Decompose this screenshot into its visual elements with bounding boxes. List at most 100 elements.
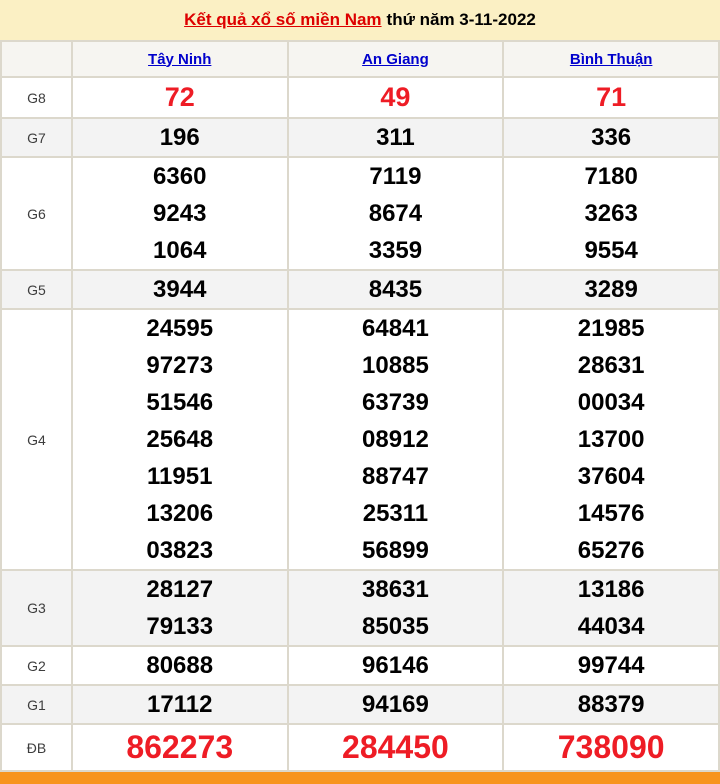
prize-value: 08912 — [362, 426, 429, 453]
province-link-tay-ninh[interactable]: Tây Ninh — [148, 51, 211, 68]
title-date-text: thứ năm 3-11-2022 — [386, 10, 536, 29]
prize-row-g2: G2 80688 96146 99744 — [0, 645, 720, 686]
footer-accent-bar — [0, 772, 720, 784]
lottery-results-page: Kết quả xổ số miền Nam thứ năm 3-11-2022… — [0, 0, 720, 784]
prize-value: 65276 — [577, 537, 645, 564]
prize-value: 13186 — [577, 576, 645, 603]
prize-value: 9554 — [584, 237, 638, 264]
prize-value: 03823 — [146, 537, 214, 564]
corner-cell — [0, 40, 73, 78]
title-link[interactable]: Kết quả xổ số miền Nam — [184, 10, 381, 30]
prize-cell: 3289 — [502, 269, 720, 310]
prize-row-g7: G7 196 311 336 — [0, 117, 720, 158]
prize-value: 63739 — [362, 389, 429, 416]
prize-cell: 336 — [502, 117, 720, 158]
prize-cell: 88379 — [502, 684, 720, 725]
prize-value: 85035 — [362, 613, 429, 640]
prize-value: 38631 — [362, 576, 429, 603]
prize-cell: 24595 97273 51546 25648 11951 13206 03823 — [70, 308, 289, 571]
prize-value: 13206 — [146, 500, 214, 527]
prize-row-g1: G1 17112 94169 88379 — [0, 684, 720, 725]
prize-value: 49 — [380, 82, 411, 112]
prize-value: 88747 — [362, 463, 429, 490]
prize-cell: 738090 — [502, 723, 720, 772]
prize-cell: 7119 8674 3359 — [286, 156, 505, 271]
prize-cell: 99744 — [502, 645, 720, 686]
prize-row-đb: ĐB 862273 284450 738090 — [0, 723, 720, 772]
prize-value: 97273 — [146, 352, 214, 379]
prize-value: 284450 — [342, 729, 449, 765]
prize-value: 24595 — [146, 315, 214, 342]
prize-value: 8674 — [368, 200, 423, 227]
prize-cell: 72 — [70, 76, 289, 119]
prize-value: 7119 — [369, 163, 422, 190]
prize-cell: 311 — [286, 117, 505, 158]
prize-row-g8: G8 72 49 71 — [0, 76, 720, 119]
province-link-binh-thuan[interactable]: Bình Thuận — [570, 51, 653, 68]
prize-value: 71 — [596, 82, 627, 112]
prize-label: G1 — [0, 684, 73, 725]
prize-value: 3263 — [584, 200, 638, 227]
prize-value: 37604 — [577, 463, 645, 490]
prize-value: 25648 — [146, 426, 214, 453]
prize-label: G4 — [0, 308, 73, 571]
prize-value: 13700 — [577, 426, 645, 453]
prize-value: 64841 — [362, 315, 429, 342]
prize-cell: 3944 — [70, 269, 289, 310]
prize-value: 17112 — [147, 691, 213, 718]
prize-label: G7 — [0, 117, 73, 158]
prize-value: 1064 — [153, 237, 207, 264]
prize-cell: 196 — [70, 117, 289, 158]
prize-cell: 80688 — [70, 645, 289, 686]
prize-label: G2 — [0, 645, 73, 686]
prize-value: 6360 — [153, 163, 207, 190]
prize-row-g5: G5 3944 8435 3289 — [0, 269, 720, 310]
prize-value: 94169 — [362, 691, 429, 718]
results-table: Tây Ninh An Giang Bình Thuận G8 72 49 71 G7 1… — [0, 40, 720, 772]
province-link-an-giang[interactable]: An Giang — [362, 51, 429, 68]
province-header-row: Tây Ninh An Giang Bình Thuận — [0, 40, 720, 78]
prize-cell: 64841 10885 63739 08912 88747 25311 56899 — [286, 308, 505, 571]
prize-value: 336 — [591, 124, 632, 151]
prize-cell: 17112 — [70, 684, 289, 725]
prize-value: 51546 — [146, 389, 214, 416]
prize-value: 28127 — [146, 576, 214, 603]
prize-value: 99744 — [577, 652, 645, 679]
prize-cell: 6360 9243 1064 — [70, 156, 289, 271]
prize-label: ĐB — [0, 723, 73, 772]
prize-value: 196 — [159, 124, 200, 151]
prize-cell: 96146 — [286, 645, 505, 686]
prize-label: G8 — [0, 76, 73, 119]
prize-value: 3944 — [153, 276, 207, 303]
prize-value: 14576 — [577, 500, 645, 527]
prize-value: 28631 — [577, 352, 645, 379]
prize-cell: 71 — [502, 76, 720, 119]
prize-value: 56899 — [362, 537, 429, 564]
prize-value: 88379 — [577, 691, 645, 718]
prize-value: 11951 — [147, 463, 213, 490]
prize-value: 3289 — [584, 276, 638, 303]
prize-cell: 7180 3263 9554 — [502, 156, 720, 271]
prize-row-g4: G4 24595 97273 51546 25648 11951 13206 03823 648… — [0, 308, 720, 571]
prize-cell: 8435 — [286, 269, 505, 310]
prize-value: 00034 — [577, 389, 645, 416]
prize-cell: 38631 85035 — [286, 569, 505, 647]
prize-label: G3 — [0, 569, 73, 647]
prize-cell: 284450 — [286, 723, 505, 772]
prize-cell: 94169 — [286, 684, 505, 725]
prize-value: 79133 — [146, 613, 214, 640]
prize-value: 738090 — [557, 729, 665, 765]
prize-label: G6 — [0, 156, 73, 271]
prize-cell: 49 — [286, 76, 505, 119]
prize-value: 72 — [164, 82, 195, 112]
prize-value: 9243 — [153, 200, 207, 227]
prize-value: 44034 — [577, 613, 645, 640]
prize-value: 862273 — [126, 729, 234, 765]
prize-cell: 28127 79133 — [70, 569, 289, 647]
prize-value: 21985 — [577, 315, 645, 342]
prize-row-g3: G3 28127 79133 38631 85035 13186 44034 — [0, 569, 720, 647]
prize-value: 25311 — [362, 500, 429, 527]
prize-value: 80688 — [146, 652, 214, 679]
prize-value: 311 — [376, 124, 415, 151]
prize-value: 3359 — [368, 237, 423, 264]
